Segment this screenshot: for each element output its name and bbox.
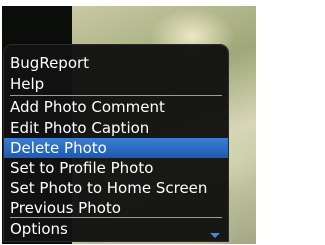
context-menu: BugReport Help Add Photo Comment Edit Ph… (4, 45, 228, 241)
menu-separator (10, 95, 222, 96)
menu-item-help[interactable]: Help (4, 74, 228, 94)
menu-item-set-profile-photo[interactable]: Set to Profile Photo (4, 158, 228, 178)
menu-item-set-home-screen[interactable]: Set Photo to Home Screen (4, 178, 228, 198)
menu-item-add-photo-comment[interactable]: Add Photo Comment (4, 97, 228, 117)
menu-separator (10, 217, 222, 218)
menu-item-edit-photo-caption[interactable]: Edit Photo Caption (4, 118, 228, 138)
menu-item-delete-photo[interactable]: Delete Photo (4, 138, 228, 158)
menu-item-previous-photo[interactable]: Previous Photo (4, 198, 228, 218)
screen: BugReport Help Add Photo Comment Edit Ph… (0, 0, 325, 245)
chevron-down-icon[interactable] (210, 233, 220, 238)
menu-item-options[interactable]: Options (4, 219, 228, 239)
menu-item-bugreport[interactable]: BugReport (4, 53, 228, 73)
